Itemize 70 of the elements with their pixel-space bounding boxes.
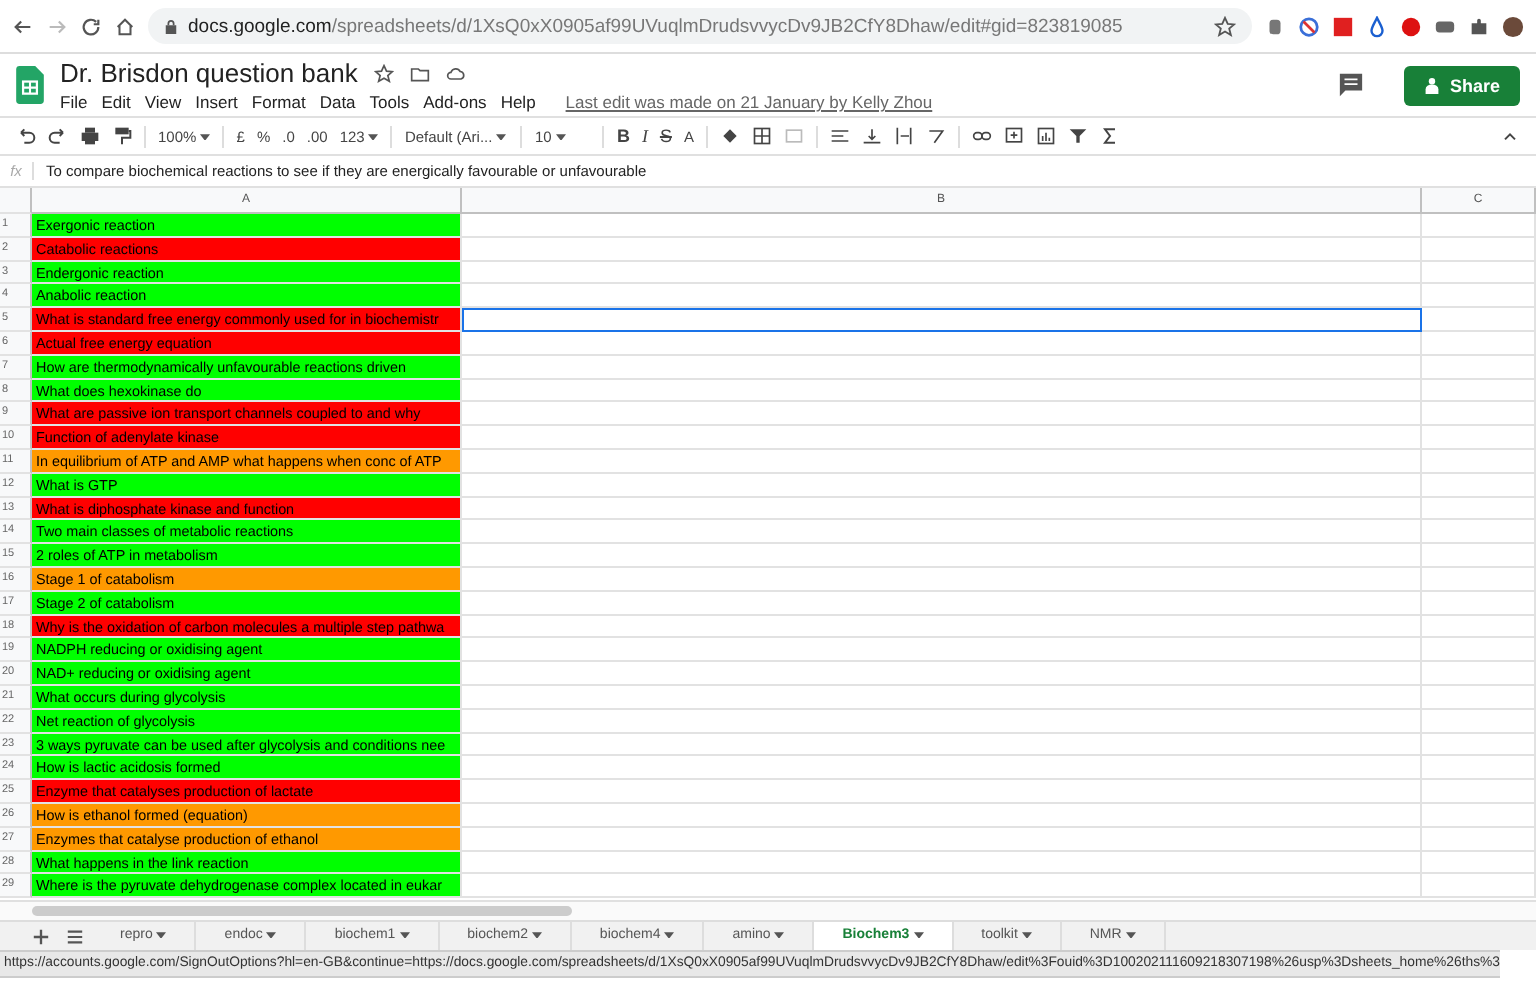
cloud-icon[interactable]: [445, 63, 466, 83]
merge-icon[interactable]: [783, 126, 804, 146]
avatar-icon[interactable]: [1502, 15, 1524, 37]
menu-item[interactable]: Data: [319, 92, 356, 112]
fill-color-icon[interactable]: [719, 126, 740, 146]
menu-item[interactable]: View: [144, 92, 182, 112]
caret-icon: [156, 931, 167, 939]
menu-item[interactable]: Help: [500, 92, 536, 112]
add-icon[interactable]: [32, 927, 50, 946]
extension-icon[interactable]: [1264, 15, 1286, 37]
extension-icon[interactable]: [1332, 15, 1354, 37]
caret-icon: [531, 931, 542, 939]
back-icon[interactable]: [12, 15, 34, 37]
filter-icon[interactable]: [1067, 126, 1088, 146]
caret-icon: [200, 133, 211, 141]
star-icon[interactable]: [373, 63, 394, 83]
menu-item[interactable]: Insert: [195, 92, 238, 112]
menu-item[interactable]: Tools: [369, 92, 410, 112]
bold-button[interactable]: B: [616, 126, 630, 146]
link-icon[interactable]: [971, 126, 992, 146]
document-title[interactable]: Dr. Brisdon question bank: [60, 58, 358, 88]
scrollbar-thumb[interactable]: [32, 906, 572, 917]
caret-icon: [496, 133, 507, 141]
chart-icon[interactable]: [1035, 126, 1056, 146]
drop-icon[interactable]: [1366, 15, 1388, 37]
caret-icon: [1021, 931, 1032, 939]
sheets-logo-icon[interactable]: [16, 66, 44, 104]
table-cell[interactable]: [462, 308, 1422, 332]
caret-icon: [1125, 931, 1136, 939]
lock-icon: [164, 17, 178, 35]
paint-format-icon[interactable]: [112, 126, 132, 146]
sigma-icon[interactable]: [1099, 126, 1120, 146]
caret-icon: [266, 931, 277, 939]
caret-icon: [664, 931, 675, 939]
caret-icon: [399, 931, 410, 939]
menu-icon[interactable]: [66, 927, 84, 946]
last-edit-link[interactable]: Last edit was made on 21 January by Kelly Zhou: [565, 92, 933, 112]
undo-icon[interactable]: [16, 126, 36, 146]
person-icon: [1423, 75, 1440, 95]
menu-item[interactable]: Edit: [101, 92, 131, 112]
home-icon[interactable]: [114, 15, 136, 37]
folder-icon[interactable]: [409, 63, 430, 83]
borders-icon[interactable]: [751, 126, 772, 146]
share-button[interactable]: Share: [1403, 65, 1520, 105]
star-icon[interactable]: [1214, 15, 1236, 37]
strikethrough-button[interactable]: S: [659, 126, 672, 146]
caret-icon: [913, 931, 924, 939]
print-icon[interactable]: [80, 126, 100, 146]
menu-item[interactable]: Add-ons: [423, 92, 487, 112]
caret-icon: [555, 133, 566, 141]
puzzle-icon[interactable]: [1468, 15, 1490, 37]
menu-item[interactable]: File: [60, 92, 88, 112]
caret-icon: [774, 931, 785, 939]
comment-add-icon[interactable]: [1003, 126, 1024, 146]
vertical-align-icon[interactable]: [861, 126, 882, 146]
caret-icon: [368, 133, 379, 141]
rotate-icon[interactable]: [925, 126, 946, 146]
menu-item[interactable]: Format: [251, 92, 306, 112]
comment-icon[interactable]: [1337, 72, 1364, 98]
italic-button[interactable]: I: [641, 126, 648, 146]
stop-icon[interactable]: [1400, 15, 1422, 37]
url-text: docs.google.com/spreadsheets/d/1XsQ0xX0905af99UVuqlmDrudsvvycDv9JB2CfY8Dhaw/edit#gid=823819085: [188, 15, 1125, 37]
redo-icon[interactable]: [48, 126, 68, 146]
reload-icon[interactable]: [80, 15, 102, 37]
address-bar[interactable]: docs.google.com/spreadsheets/d/1XsQ0xX0905af99UVuqlmDrudsvvycDv9JB2CfY8Dhaw/edit#gid=823819085: [148, 8, 1252, 44]
wrap-icon[interactable]: [893, 126, 914, 146]
forward-icon[interactable]: [46, 15, 68, 37]
align-icon[interactable]: [829, 126, 850, 146]
block-icon[interactable]: [1298, 15, 1320, 37]
select-all-corner[interactable]: [0, 188, 32, 214]
